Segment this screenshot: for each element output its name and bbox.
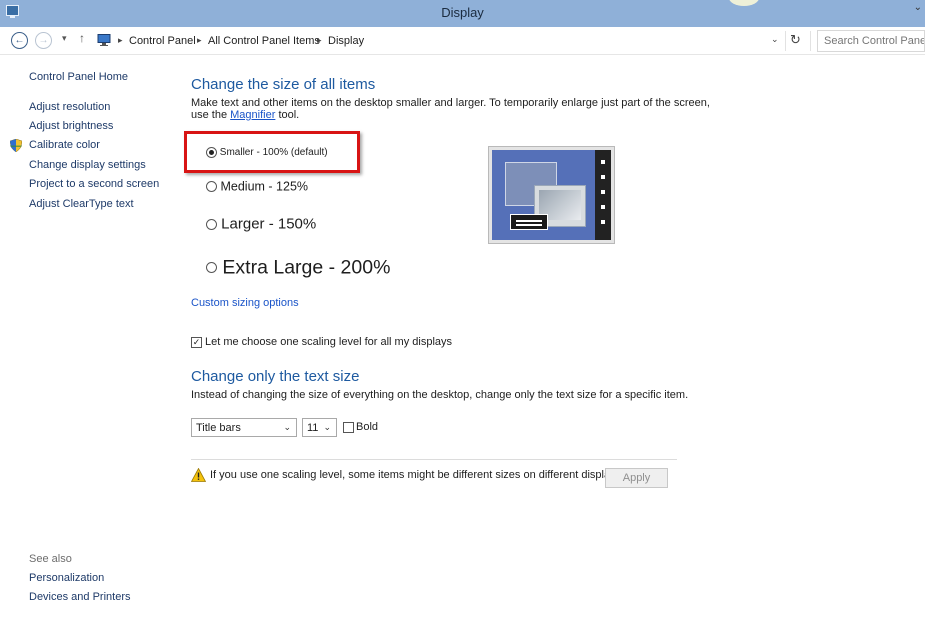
- sidebar-item-calibrate-color[interactable]: Calibrate color: [29, 139, 100, 151]
- up-button[interactable]: ↑: [79, 31, 85, 45]
- size-section-description: Make text and other items on the desktop…: [191, 97, 710, 109]
- forward-button[interactable]: →: [35, 32, 52, 49]
- sidebar-item-adjust-resolution[interactable]: Adjust resolution: [29, 101, 110, 113]
- back-button[interactable]: ←: [11, 32, 28, 49]
- bold-checkbox[interactable]: [343, 422, 354, 433]
- window-control-icon[interactable]: ⌄: [914, 2, 922, 13]
- sidebar-item-adjust-cleartype[interactable]: Adjust ClearType text: [29, 198, 134, 210]
- sidebar-item-adjust-brightness[interactable]: Adjust brightness: [29, 120, 113, 132]
- size-section-heading: Change the size of all items: [191, 76, 376, 93]
- radio-label: Extra Large - 200%: [222, 256, 391, 279]
- address-dropdown-icon[interactable]: ⌄: [771, 34, 779, 45]
- control-panel-icon: [97, 34, 111, 46]
- sidebar-item-change-display-settings[interactable]: Change display settings: [29, 159, 146, 171]
- preview-screen: [492, 150, 611, 240]
- refresh-icon[interactable]: ↻: [790, 32, 801, 48]
- window-title: Display: [441, 5, 484, 20]
- breadcrumb-separator-icon[interactable]: ▸: [317, 35, 322, 46]
- breadcrumb-all-items[interactable]: All Control Panel Items: [208, 35, 320, 47]
- radio-option-smaller[interactable]: Smaller - 100% (default): [206, 147, 328, 158]
- radio-button[interactable]: [206, 262, 217, 274]
- magnifier-link[interactable]: Magnifier: [230, 109, 275, 121]
- address-bar: ← → ▾ ↑ ▸ Control Panel ▸ All Control Pa…: [0, 27, 925, 55]
- chevron-down-icon: ⌄: [283, 422, 291, 432]
- text-item-select[interactable]: Title bars ⌄: [191, 418, 297, 437]
- text-item-select-value: Title bars: [196, 422, 241, 434]
- address-field[interactable]: ▸ Control Panel ▸ All Control Panel Item…: [95, 30, 810, 51]
- preview-taskbar: [510, 214, 548, 230]
- text-section-description: Instead of changing the size of everythi…: [191, 389, 689, 401]
- search-input[interactable]: Search Control Panel: [817, 30, 925, 52]
- display-preview-image: [488, 146, 615, 244]
- sidebar-item-devices-printers[interactable]: Devices and Printers: [29, 591, 131, 603]
- sidebar-item-project-second-screen[interactable]: Project to a second screen: [29, 178, 159, 190]
- sidebar-item-personalization[interactable]: Personalization: [29, 572, 104, 584]
- uac-shield-icon: [10, 139, 22, 152]
- radio-option-larger[interactable]: Larger - 150%: [206, 215, 316, 233]
- radio-option-medium[interactable]: Medium - 125%: [206, 179, 308, 194]
- divider: [810, 31, 811, 51]
- radio-option-extra-large[interactable]: Extra Large - 200%: [206, 256, 390, 279]
- see-also-heading: See also: [29, 553, 72, 565]
- text-size-select-value: 11: [307, 422, 319, 434]
- text-size-select[interactable]: 11 ⌄: [302, 418, 337, 437]
- breadcrumb-separator-icon[interactable]: ▸: [118, 35, 123, 46]
- radio-button[interactable]: [206, 147, 217, 158]
- apply-button[interactable]: Apply: [605, 468, 668, 488]
- breadcrumb-display[interactable]: Display: [328, 35, 364, 47]
- divider: [785, 31, 786, 51]
- warning-icon: [191, 468, 206, 482]
- scaling-checkbox-label: Let me choose one scaling level for all …: [205, 336, 453, 348]
- radio-label: Smaller - 100% (default): [219, 147, 328, 158]
- chevron-down-icon: ⌄: [323, 422, 331, 432]
- breadcrumb-separator-icon[interactable]: ▸: [197, 35, 202, 46]
- radio-label: Medium - 125%: [220, 179, 309, 194]
- text-section-heading: Change only the text size: [191, 368, 360, 385]
- size-section-description-line2: use the Magnifier tool.: [191, 109, 300, 121]
- preview-charms-bar: [595, 150, 611, 240]
- divider: [191, 459, 677, 460]
- custom-sizing-link[interactable]: Custom sizing options: [191, 297, 299, 309]
- bold-checkbox-label: Bold: [356, 421, 379, 433]
- radio-button[interactable]: [206, 181, 217, 193]
- recent-locations-icon[interactable]: ▾: [62, 33, 67, 44]
- radio-label: Larger - 150%: [221, 215, 317, 233]
- sidebar-item-home[interactable]: Control Panel Home: [29, 71, 128, 83]
- title-bar: Display ⌄: [0, 0, 925, 27]
- radio-button[interactable]: [206, 218, 217, 230]
- scaling-checkbox[interactable]: ✓: [191, 337, 202, 348]
- warning-text: If you use one scaling level, some items…: [210, 469, 625, 481]
- breadcrumb-control-panel[interactable]: Control Panel: [129, 35, 196, 47]
